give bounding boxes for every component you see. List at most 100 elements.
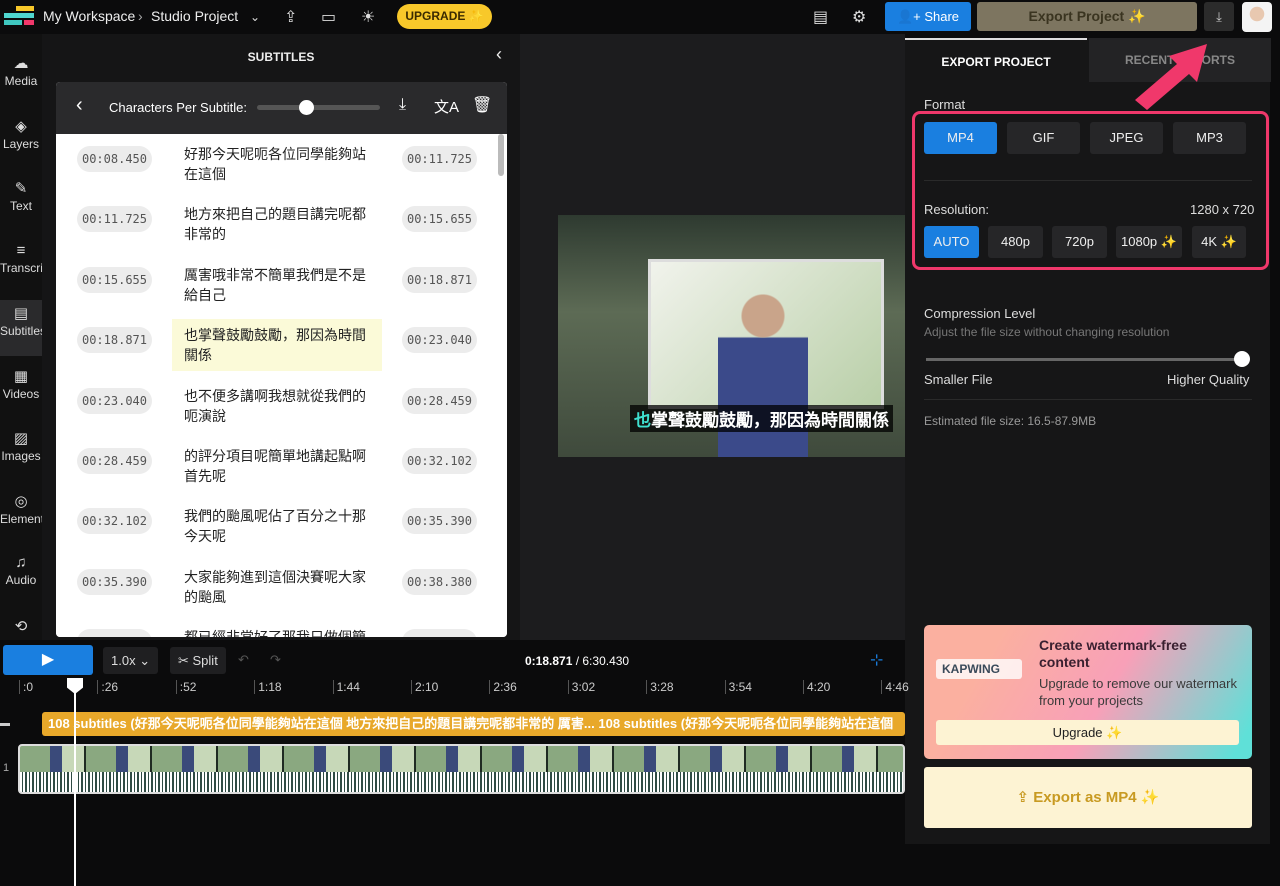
subtitle-text[interactable]: 我們的颱風呢佔了百分之十那今天呢	[172, 500, 382, 552]
speed-value: 1.0x	[111, 653, 136, 668]
sidebar-item-elements[interactable]: ◎Elements	[0, 488, 42, 544]
sidebar-item-audio[interactable]: ♫ Audio	[0, 550, 42, 606]
start-time-pill[interactable]: 00:35.390	[77, 568, 152, 595]
format-jpeg-button[interactable]: JPEG	[1090, 122, 1163, 154]
download-icon[interactable]: ⤓	[1204, 2, 1234, 31]
subtitle-row[interactable]: 00:18.871 也掌聲鼓勵鼓勵，那因為時間關係 00:23.040	[56, 319, 496, 381]
scrollbar[interactable]	[498, 134, 504, 176]
sidebar-item-images[interactable]: ▨ Images	[0, 425, 42, 481]
start-time-pill[interactable]: 00:23.040	[77, 387, 152, 414]
subtitle-row[interactable]: 00:28.459 的評分項目呢簡單地講起點啊首先呢 00:32.102	[56, 442, 496, 502]
subtitle-text[interactable]: 厲害哦非常不簡單我們是不是給自己	[172, 259, 382, 311]
avatar[interactable]	[1242, 2, 1272, 32]
sidebar-item-subtitles[interactable]: ▤ Subtitles	[0, 300, 42, 356]
elements-label: Elements	[0, 511, 42, 526]
format-mp4-button[interactable]: MP4	[924, 122, 997, 154]
end-time-pill[interactable]: 00:23.040	[402, 327, 477, 354]
chars-per-subtitle-slider[interactable]	[257, 100, 380, 115]
playhead-handle[interactable]	[67, 678, 83, 694]
export-project-button[interactable]: Export Project ✨	[977, 2, 1197, 31]
upload-icon[interactable]: ⇪	[284, 7, 297, 27]
subtitle-text[interactable]: 好那今天呢呃各位同學能夠站在這個	[172, 138, 382, 190]
comments-icon[interactable]: ▤	[813, 7, 828, 27]
video-track[interactable]	[18, 744, 905, 794]
export-as-mp4-button[interactable]: ⇪ Export as MP4 ✨	[924, 767, 1252, 828]
start-time-pill[interactable]: 00:38.380	[77, 629, 152, 637]
sidebar-item-transcript[interactable]: ≡Transcript	[0, 238, 42, 294]
end-time-pill[interactable]: 00:11.725	[402, 146, 477, 172]
compression-slider[interactable]	[926, 351, 1250, 367]
end-time-pill[interactable]: 00:35.390	[402, 508, 477, 535]
caption-text: 掌聲鼓勵鼓勵，那因為時間關係	[651, 411, 889, 430]
subtitle-row[interactable]: 00:15.655 厲害哦非常不簡單我們是不是給自己 00:18.871	[56, 261, 496, 321]
subtitle-row[interactable]: 00:32.102 我們的颱風呢佔了百分之十那今天呢 00:35.390	[56, 502, 496, 562]
resolution-1080p-button[interactable]: 1080p ✨	[1116, 226, 1182, 258]
play-button[interactable]: ▶	[3, 645, 93, 675]
format-mp3-button[interactable]: MP3	[1173, 122, 1246, 154]
subtitle-row[interactable]: 00:23.040 也不便多講啊我想就從我們的呃演說 00:28.459	[56, 382, 496, 442]
start-time-pill[interactable]: 00:08.450	[77, 146, 152, 172]
text-label: Text	[9, 199, 32, 213]
upgrade-button[interactable]: Upgrade ✨	[936, 720, 1239, 745]
gear-icon[interactable]: ⚙	[852, 7, 866, 27]
start-time-pill[interactable]: 00:15.655	[77, 266, 152, 293]
resolution-720p-button[interactable]: 720p	[1052, 226, 1107, 258]
project-name[interactable]: Studio Project	[151, 8, 238, 24]
captions-icon[interactable]: ▭	[321, 7, 336, 27]
subtitle-text[interactable]: 大家能夠進到這個決賽呢大家的颱風	[172, 561, 382, 613]
sidebar-item-text[interactable]: ✎ Text	[0, 175, 42, 231]
lightbulb-icon[interactable]: ☀	[361, 7, 375, 27]
subtitle-text[interactable]: 也掌聲鼓勵鼓勵，那因為時間關係	[172, 319, 382, 372]
subtitle-text[interactable]: 也不便多講啊我想就從我們的呃演說	[172, 380, 382, 432]
redo-icon[interactable]: ↷	[270, 652, 281, 668]
timeline: ▶ 1.0x ⌄ ✂ Split ↶ ↷ 0:18.871 / 6:30.430…	[0, 640, 909, 886]
chevron-down-icon[interactable]: ⌄	[250, 10, 260, 24]
subtitle-text[interactable]: 的評分項目呢簡單地講起點啊首先呢	[172, 440, 382, 492]
tab-export-project[interactable]: EXPORT PROJECT	[905, 38, 1087, 82]
subtitle-row[interactable]: 00:08.450 好那今天呢呃各位同學能夠站在這個 00:11.725	[56, 140, 496, 200]
resolution-4k-button[interactable]: 4K ✨	[1192, 226, 1246, 258]
collapse-panel-icon[interactable]: ‹	[496, 44, 502, 65]
subtitle-text[interactable]: 都已經非常好了那我只做個簡	[172, 621, 382, 637]
upgrade-button[interactable]: UPGRADE ✨	[397, 4, 492, 29]
speed-dropdown[interactable]: 1.0x ⌄	[103, 647, 159, 674]
format-gif-button[interactable]: GIF	[1007, 122, 1080, 154]
start-time-pill[interactable]: 00:18.871	[77, 327, 152, 354]
subtitle-track[interactable]: 108 subtitles (好那今天呢呃各位同學能夠站在這個 地方來把自己的題…	[42, 712, 905, 736]
undo-icon[interactable]: ↶	[238, 652, 249, 668]
back-icon[interactable]: ‹	[76, 94, 83, 117]
higher-quality-label: Higher Quality	[1167, 372, 1250, 387]
end-time-pill[interactable]: 00:41.543	[402, 629, 477, 637]
end-time-pill[interactable]: 00:15.655	[402, 206, 477, 233]
start-time-pill[interactable]: 00:11.725	[77, 206, 152, 233]
subtitle-row[interactable]: 00:11.725 地方來把自己的題目講完呢都非常的 00:15.655	[56, 200, 496, 260]
translate-icon[interactable]: 文A	[434, 96, 459, 117]
sidebar-item-media[interactable]: ☁ Media	[0, 50, 42, 106]
end-time-pill[interactable]: 00:28.459	[402, 387, 477, 414]
video-preview[interactable]: 也掌聲鼓勵鼓勵，那因為時間關係	[558, 215, 905, 457]
end-time-pill[interactable]: 00:32.102	[402, 448, 477, 474]
end-time-pill[interactable]: 00:38.380	[402, 568, 477, 595]
start-time-pill[interactable]: 00:32.102	[77, 508, 152, 535]
annotation-arrow	[1135, 44, 1207, 110]
subtitle-row[interactable]: 00:35.390 大家能夠進到這個決賽呢大家的颱風 00:38.380	[56, 563, 496, 623]
sidebar-item-layers[interactable]: ◈ Layers	[0, 113, 42, 169]
resolution-480p-button[interactable]: 480p	[988, 226, 1043, 258]
download-icon[interactable]: ⤓	[399, 96, 406, 114]
subtitle-row[interactable]: 00:38.380 都已經非常好了那我只做個簡 00:41.543	[56, 623, 496, 637]
subtitle-text[interactable]: 地方來把自己的題目講完呢都非常的	[172, 198, 382, 250]
breadcrumb-workspace[interactable]: My Workspace	[43, 8, 135, 24]
start-time-pill[interactable]: 00:28.459	[77, 448, 152, 474]
playhead[interactable]	[74, 680, 76, 886]
transcript-label: Transcript	[0, 260, 42, 275]
zoom-fit-icon[interactable]: ⊹	[870, 650, 883, 670]
trash-icon[interactable]: 🗑	[472, 95, 492, 115]
kapwing-logo[interactable]	[4, 6, 34, 26]
subtitle-caption[interactable]: 也掌聲鼓勵鼓勵，那因為時間關係	[630, 405, 893, 432]
share-button[interactable]: 👤+ Share	[885, 2, 971, 31]
end-time-pill[interactable]: 00:18.871	[402, 266, 477, 293]
resolution-auto-button[interactable]: AUTO	[924, 226, 979, 258]
images-label: Images	[1, 449, 41, 463]
sidebar-item-videos[interactable]: ▦ Videos	[0, 363, 42, 419]
split-button[interactable]: ✂ Split	[170, 647, 226, 674]
